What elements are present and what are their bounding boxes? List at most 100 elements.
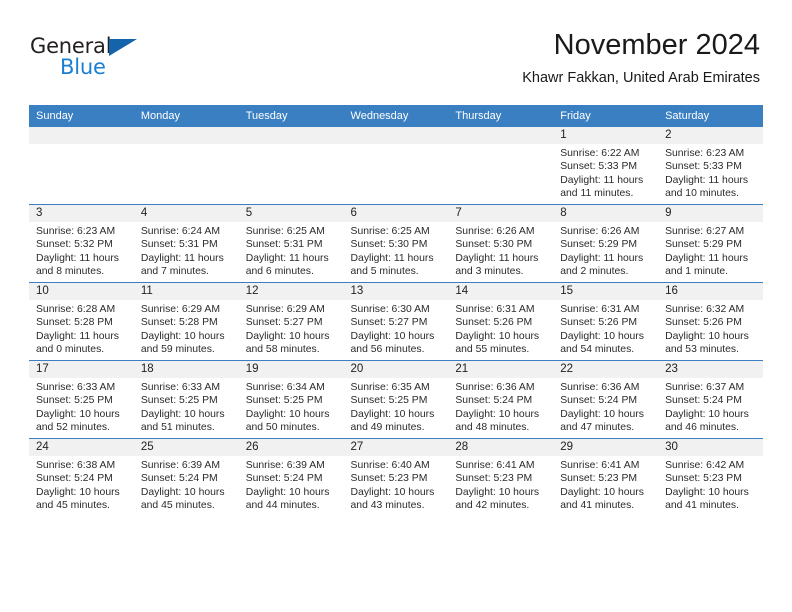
calendar-grid: Sunday Monday Tuesday Wednesday Thursday… — [29, 105, 763, 516]
sunrise-text: Sunrise: 6:22 AM — [560, 148, 640, 159]
location-subtitle: Khawr Fakkan, United Arab Emirates — [522, 70, 760, 86]
sunrise-text: Sunrise: 6:35 AM — [350, 382, 430, 393]
daylight-text: Daylight: 10 hours and 48 minutes. — [455, 408, 540, 433]
day-details: Sunrise: 6:42 AM Sunset: 5:23 PM Daylight:… — [658, 456, 763, 512]
day-number: 4 — [133, 205, 239, 222]
calendar-day-cell[interactable]: 1 Sunrise: 6:22 AM Sunset: 5:33 PM Daylight… — [553, 127, 659, 205]
calendar-day-cell[interactable]: 12 Sunrise: 6:29 AM Sunset: 5:27 PM Dayligh… — [238, 282, 344, 361]
sunrise-text: Sunrise: 6:41 AM — [455, 460, 535, 471]
weekday-header-friday: Friday — [553, 105, 659, 127]
calendar-day-cell[interactable]: 5 Sunrise: 6:25 AM Sunset: 5:31 PM Daylight… — [238, 204, 344, 283]
calendar-day-cell[interactable]: 24 Sunrise: 6:38 AM Sunset: 5:24 PM Dayligh… — [29, 438, 134, 516]
sunrise-text: Sunrise: 6:33 AM — [140, 382, 220, 393]
calendar-day-cell[interactable]: 2 Sunrise: 6:23 AM Sunset: 5:33 PM Daylight… — [658, 127, 763, 205]
weekday-header-sunday: Sunday — [29, 105, 134, 127]
calendar-day-cell[interactable]: 7 Sunrise: 6:26 AM Sunset: 5:30 PM Daylight… — [448, 204, 554, 283]
sunset-text: Sunset: 5:26 PM — [560, 317, 638, 329]
day-number: 16 — [658, 283, 763, 300]
sunset-text: Sunset: 5:28 PM — [36, 317, 113, 329]
sunrise-text: Sunrise: 6:29 AM — [245, 304, 325, 315]
sunset-text: Sunset: 5:23 PM — [455, 473, 533, 485]
calendar-day-cell[interactable]: 30 Sunrise: 6:42 AM Sunset: 5:23 PM Dayligh… — [658, 438, 763, 516]
daylight-text: Daylight: 10 hours and 49 minutes. — [350, 408, 435, 433]
daylight-text: Daylight: 10 hours and 46 minutes. — [665, 408, 749, 433]
calendar-day-cell[interactable]: 11 Sunrise: 6:29 AM Sunset: 5:28 PM Dayligh… — [133, 282, 239, 361]
calendar-day-cell[interactable]: 28 Sunrise: 6:41 AM Sunset: 5:23 PM Dayligh… — [448, 438, 554, 516]
sunset-text: Sunset: 5:25 PM — [36, 395, 113, 407]
daylight-text: Daylight: 11 hours and 3 minutes. — [455, 252, 539, 277]
calendar-day-cell[interactable]: 23 Sunrise: 6:37 AM Sunset: 5:24 PM Dayligh… — [658, 360, 763, 439]
calendar-day-cell[interactable]: 16 Sunrise: 6:32 AM Sunset: 5:26 PM Dayligh… — [658, 282, 763, 361]
sunset-text: Sunset: 5:24 PM — [665, 395, 742, 407]
calendar-day-cell[interactable]: 13 Sunrise: 6:30 AM Sunset: 5:27 PM Dayligh… — [343, 282, 449, 361]
calendar-day-cell[interactable]: 4 Sunrise: 6:24 AM Sunset: 5:31 PM Daylight… — [133, 204, 239, 283]
sunset-text: Sunset: 5:25 PM — [245, 395, 323, 407]
daylight-text: Daylight: 10 hours and 56 minutes. — [350, 330, 435, 355]
calendar-day-cell[interactable]: 27 Sunrise: 6:40 AM Sunset: 5:23 PM Dayligh… — [343, 438, 449, 516]
calendar-day-cell[interactable]: 6 Sunrise: 6:25 AM Sunset: 5:30 PM Daylight… — [343, 204, 449, 283]
calendar-day-cell[interactable]: 20 Sunrise: 6:35 AM Sunset: 5:25 PM Dayligh… — [343, 360, 449, 439]
weekday-header-row: Sunday Monday Tuesday Wednesday Thursday… — [29, 105, 763, 127]
calendar-day-cell[interactable]: 9 Sunrise: 6:27 AM Sunset: 5:29 PM Daylight… — [658, 204, 763, 283]
day-number: 8 — [553, 205, 659, 222]
sunrise-text: Sunrise: 6:26 AM — [455, 226, 535, 237]
calendar-day-cell[interactable]: 19 Sunrise: 6:34 AM Sunset: 5:25 PM Dayligh… — [238, 360, 344, 439]
calendar-day-cell[interactable]: 26 Sunrise: 6:39 AM Sunset: 5:24 PM Dayligh… — [238, 438, 344, 516]
sunset-text: Sunset: 5:29 PM — [665, 239, 742, 251]
calendar-day-cell[interactable]: 3 Sunrise: 6:23 AM Sunset: 5:32 PM Daylight… — [29, 204, 134, 283]
sunset-text: Sunset: 5:23 PM — [665, 473, 742, 485]
calendar-day-cell[interactable]: 18 Sunrise: 6:33 AM Sunset: 5:25 PM Dayligh… — [133, 360, 239, 439]
daylight-text: Daylight: 10 hours and 50 minutes. — [245, 408, 330, 433]
sunset-text: Sunset: 5:28 PM — [140, 317, 218, 329]
calendar-body: 1 Sunrise: 6:22 AM Sunset: 5:33 PM Daylight… — [29, 127, 763, 516]
daylight-text: Daylight: 11 hours and 7 minutes. — [140, 252, 224, 277]
day-number: 27 — [343, 439, 449, 456]
sunset-text: Sunset: 5:32 PM — [36, 239, 113, 251]
day-number: 5 — [238, 205, 344, 222]
sunrise-text: Sunrise: 6:39 AM — [140, 460, 220, 471]
calendar-day-cell[interactable]: 8 Sunrise: 6:26 AM Sunset: 5:29 PM Daylight… — [553, 204, 659, 283]
weekday-header-saturday: Saturday — [658, 105, 763, 127]
title-block: November 2024 Khawr Fakkan, United Arab … — [522, 28, 760, 88]
day-number: 19 — [238, 361, 344, 378]
day-details: Sunrise: 6:41 AM Sunset: 5:23 PM Daylight:… — [553, 456, 658, 512]
sunset-text: Sunset: 5:31 PM — [245, 239, 323, 251]
calendar-day-cell-empty — [29, 127, 134, 205]
sunrise-text: Sunrise: 6:40 AM — [350, 460, 430, 471]
daylight-text: Daylight: 10 hours and 45 minutes. — [36, 486, 120, 511]
sunset-text: Sunset: 5:30 PM — [350, 239, 428, 251]
calendar-week-row: 3 Sunrise: 6:23 AM Sunset: 5:32 PM Daylight… — [29, 204, 763, 283]
day-number: 10 — [29, 283, 134, 300]
weekday-header-wednesday: Wednesday — [343, 105, 449, 127]
calendar-day-cell[interactable]: 10 Sunrise: 6:28 AM Sunset: 5:28 PM Dayligh… — [29, 282, 134, 361]
sunrise-text: Sunrise: 6:31 AM — [455, 304, 535, 315]
day-number: 9 — [658, 205, 763, 222]
day-details: Sunrise: 6:36 AM Sunset: 5:24 PM Daylight:… — [448, 378, 553, 434]
calendar-day-cell[interactable]: 22 Sunrise: 6:36 AM Sunset: 5:24 PM Dayligh… — [553, 360, 659, 439]
daylight-text: Daylight: 10 hours and 54 minutes. — [560, 330, 644, 355]
day-details: Sunrise: 6:35 AM Sunset: 5:25 PM Daylight:… — [344, 378, 449, 434]
calendar-day-cell[interactable]: 14 Sunrise: 6:31 AM Sunset: 5:26 PM Dayligh… — [448, 282, 554, 361]
daylight-text: Daylight: 10 hours and 53 minutes. — [665, 330, 749, 355]
weekday-header-tuesday: Tuesday — [238, 105, 344, 127]
sunrise-text: Sunrise: 6:37 AM — [665, 382, 745, 393]
day-number: 7 — [448, 205, 554, 222]
sunrise-text: Sunrise: 6:32 AM — [665, 304, 745, 315]
sunrise-text: Sunrise: 6:36 AM — [560, 382, 640, 393]
calendar-day-cell[interactable]: 17 Sunrise: 6:33 AM Sunset: 5:25 PM Dayligh… — [29, 360, 134, 439]
calendar-day-cell[interactable]: 29 Sunrise: 6:41 AM Sunset: 5:23 PM Dayligh… — [553, 438, 659, 516]
day-number: 22 — [553, 361, 659, 378]
day-number: 14 — [448, 283, 554, 300]
day-details: Sunrise: 6:26 AM Sunset: 5:30 PM Daylight:… — [448, 222, 553, 278]
day-number-band — [29, 127, 134, 144]
brand-logo[interactable]: General Blue — [30, 34, 260, 80]
day-details: Sunrise: 6:23 AM Sunset: 5:32 PM Daylight:… — [29, 222, 134, 278]
daylight-text: Daylight: 11 hours and 8 minutes. — [36, 252, 119, 277]
calendar-day-cell[interactable]: 21 Sunrise: 6:36 AM Sunset: 5:24 PM Dayligh… — [448, 360, 554, 439]
page-title: November 2024 — [553, 29, 760, 61]
sunrise-text: Sunrise: 6:41 AM — [560, 460, 640, 471]
daylight-text: Daylight: 11 hours and 0 minutes. — [36, 330, 119, 355]
calendar-day-cell[interactable]: 25 Sunrise: 6:39 AM Sunset: 5:24 PM Dayligh… — [133, 438, 239, 516]
sunset-text: Sunset: 5:26 PM — [665, 317, 742, 329]
calendar-day-cell[interactable]: 15 Sunrise: 6:31 AM Sunset: 5:26 PM Dayligh… — [553, 282, 659, 361]
